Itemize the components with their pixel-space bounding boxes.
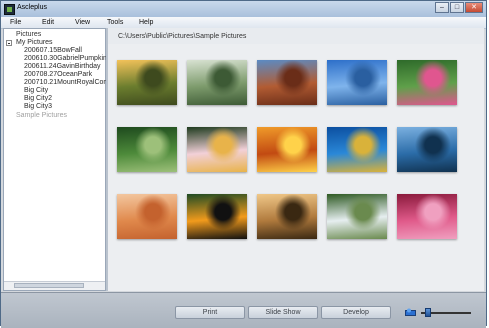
photo-thumbnail-ocean-lagoon[interactable] (327, 60, 387, 105)
bottom-toolbar: Print Slide Show Develop (1, 292, 486, 328)
photo-thumbnail-forest-path[interactable] (117, 127, 177, 172)
tree-root-pictures[interactable]: Pictures (16, 31, 41, 38)
photo-thumbnail-sunset-trees[interactable] (257, 194, 317, 239)
menu-tools[interactable]: Tools (107, 19, 123, 26)
window-title: Ascleplus (17, 4, 47, 11)
print-button[interactable]: Print (175, 306, 245, 319)
collapse-icon[interactable] (6, 40, 12, 46)
tree-item-my-pictures[interactable]: My Pictures (16, 39, 53, 46)
app-window: Ascleplus – □ ✕ File Edit View Tools Hel… (0, 0, 487, 328)
thumbnail-grid (108, 44, 484, 291)
photo-thumbnail-autumn-tree[interactable] (117, 60, 177, 105)
photo-thumbnail-whale-tail[interactable] (397, 127, 457, 172)
horizontal-scrollbar[interactable] (4, 281, 105, 290)
folder-tree: Pictures My Pictures 200607.15BowFall 20… (3, 28, 109, 291)
tree-item[interactable]: Big City (24, 87, 48, 94)
zoom-icon (405, 308, 416, 316)
photo-thumbnail-red-leaves[interactable] (397, 194, 457, 239)
close-button[interactable]: ✕ (465, 2, 483, 13)
title-bar[interactable]: Ascleplus – □ ✕ (1, 1, 486, 18)
zoom-slider-thumb[interactable] (425, 308, 431, 317)
tree-item[interactable]: 200607.15BowFall (24, 47, 82, 54)
tree-item-sample-pictures[interactable]: Sample Pictures (16, 112, 67, 119)
slideshow-button[interactable]: Slide Show (248, 306, 318, 319)
photo-thumbnail-waterfall[interactable] (327, 194, 387, 239)
tree-item[interactable]: 200611.24GavinBirthday (24, 63, 101, 70)
photo-thumbnail-orange-flowers[interactable] (257, 127, 317, 172)
menu-file[interactable]: File (10, 19, 21, 26)
app-icon (4, 4, 15, 15)
maximize-button[interactable]: □ (450, 2, 464, 13)
photo-thumbnail-pink-flowers[interactable] (397, 60, 457, 105)
tree-item[interactable]: 200610.30GabrielPumpkin (24, 55, 107, 62)
photo-thumbnail-creek[interactable] (187, 60, 247, 105)
tree-item[interactable]: Big City3 (24, 103, 52, 110)
develop-button[interactable]: Develop (321, 306, 391, 319)
minimize-button[interactable]: – (435, 2, 449, 13)
path-bar: C:\Users\Public\Pictures\Sample Pictures (108, 28, 484, 45)
menu-help[interactable]: Help (139, 19, 153, 26)
tree-item[interactable]: 200708.27OceanPark (24, 71, 92, 78)
photo-thumbnail-sea-turtle[interactable] (327, 127, 387, 172)
photo-thumbnail-frangipani[interactable] (187, 127, 247, 172)
photo-thumbnail-desert-oryx[interactable] (117, 194, 177, 239)
menu-view[interactable]: View (75, 19, 90, 26)
photo-thumbnail-desert-butte[interactable] (257, 60, 317, 105)
tree-item[interactable]: 200710.21MountRoyalCom (24, 79, 109, 86)
photo-thumbnail-toucan[interactable] (187, 194, 247, 239)
current-path: C:\Users\Public\Pictures\Sample Pictures (118, 33, 247, 40)
tree-item[interactable]: Big City2 (24, 95, 52, 102)
scrollbar-thumb[interactable] (14, 283, 84, 288)
menu-edit[interactable]: Edit (42, 19, 54, 26)
